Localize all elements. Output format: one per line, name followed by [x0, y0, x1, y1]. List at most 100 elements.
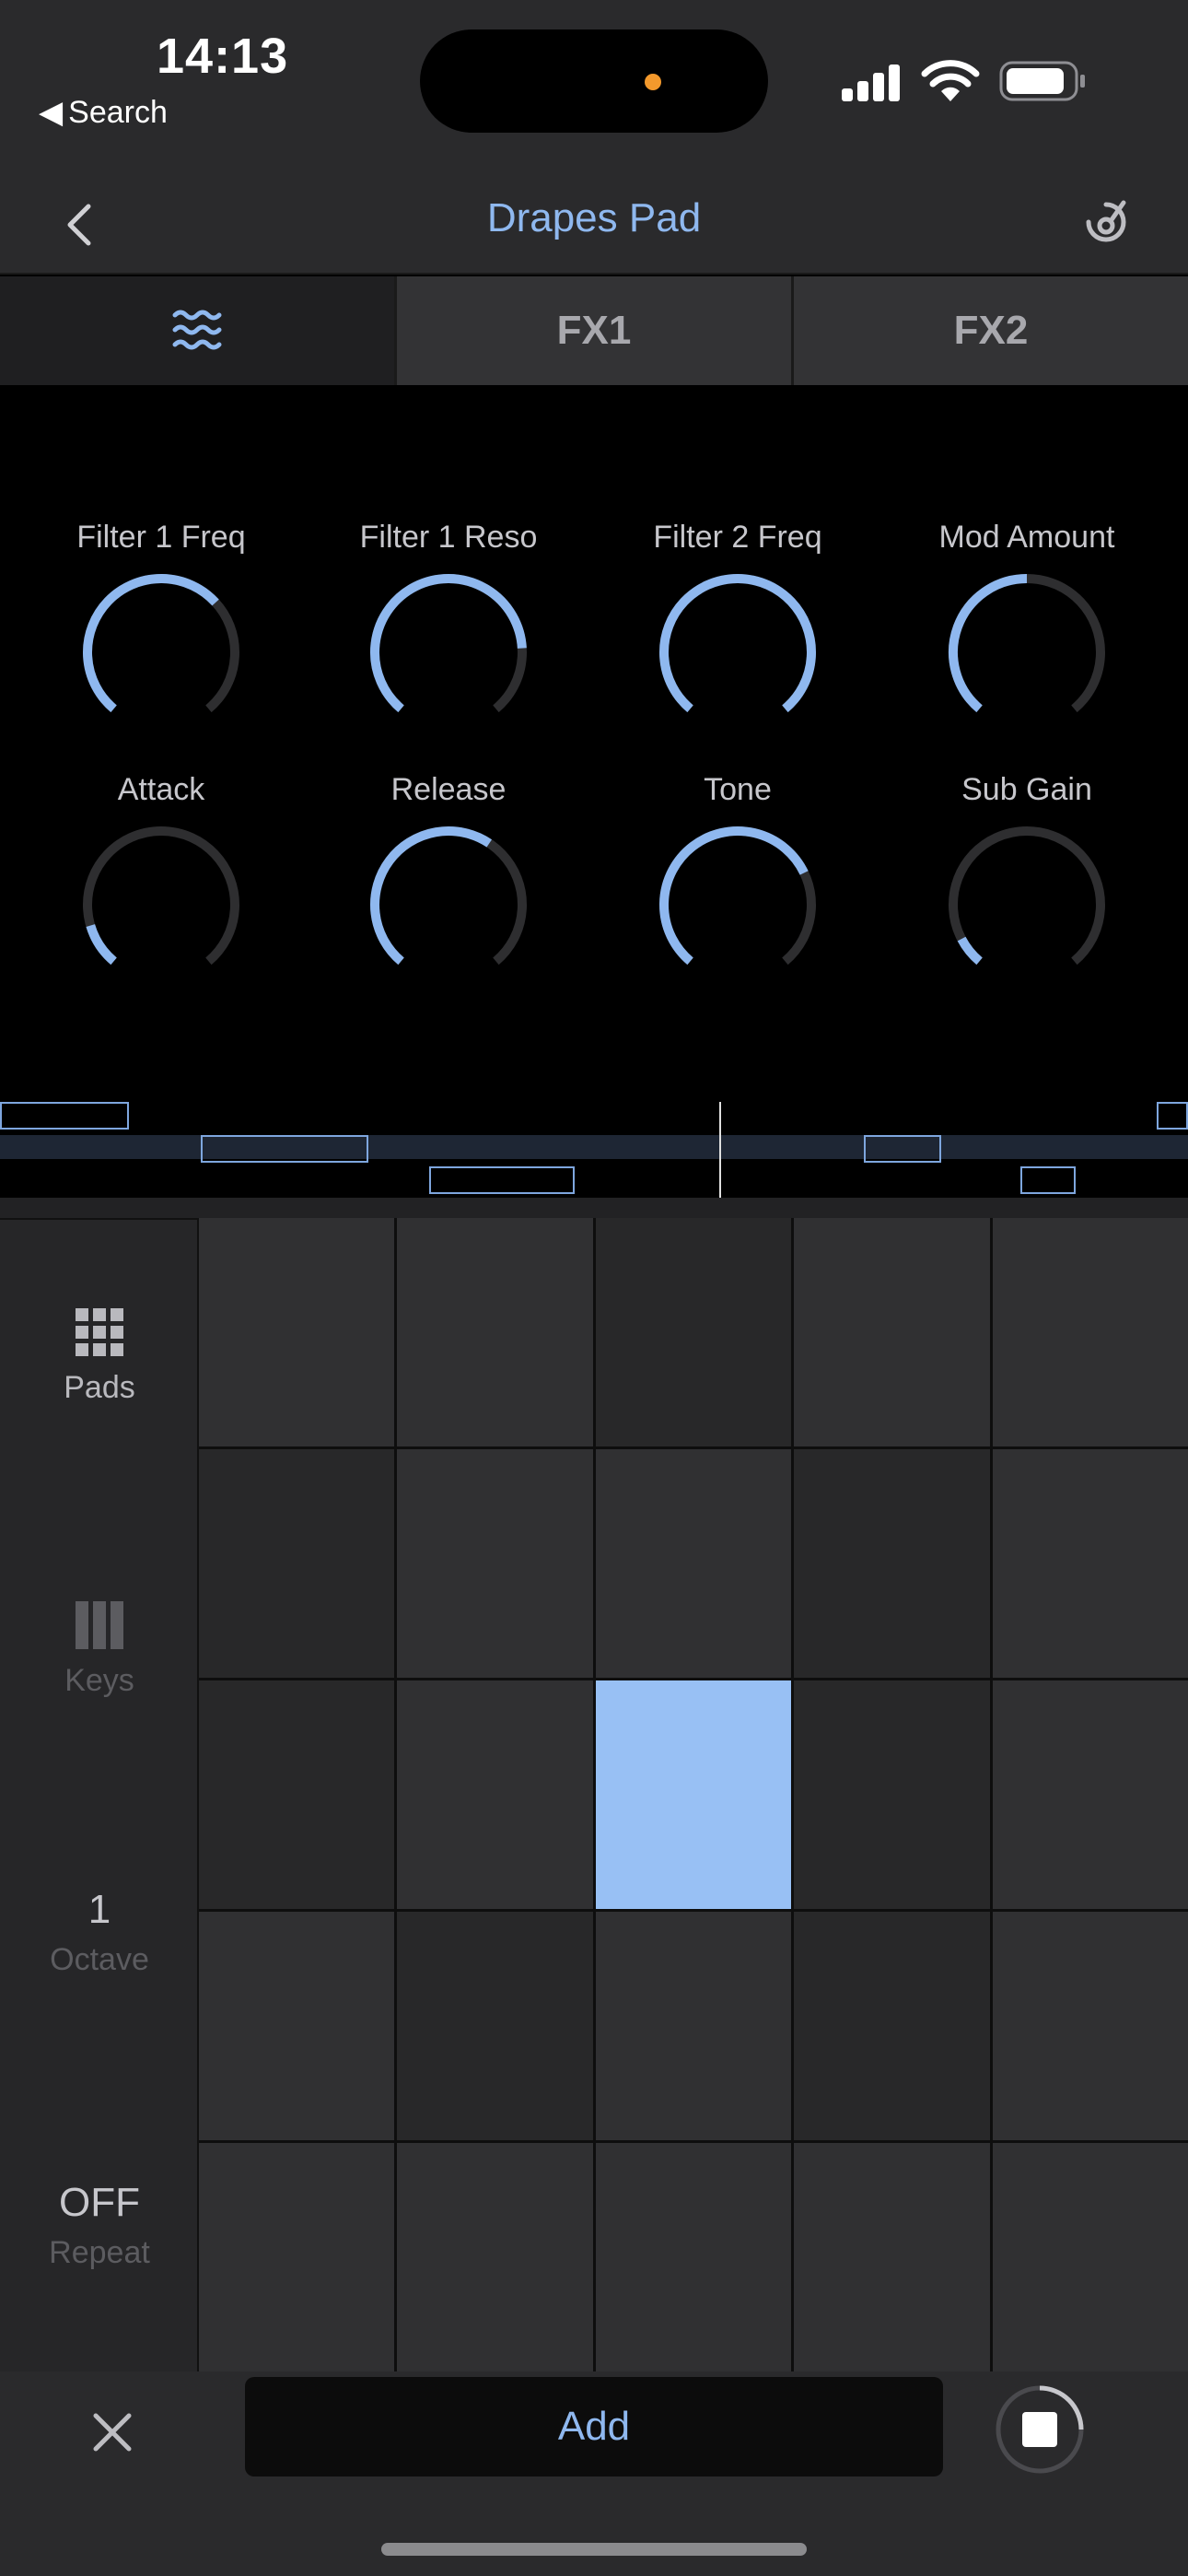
repeat-value: OFF — [59, 2180, 140, 2225]
knob-sub-gain[interactable]: Sub Gain — [882, 767, 1171, 982]
knob-value-arc — [86, 924, 117, 966]
stop-icon — [1022, 2412, 1057, 2447]
pad[interactable] — [794, 1680, 990, 1909]
sequence-timeline[interactable] — [0, 1102, 1188, 1198]
waves-icon — [172, 310, 222, 350]
keys-mode-button[interactable]: Keys — [0, 1601, 199, 1699]
grid-icon — [76, 1308, 123, 1356]
repeat-control[interactable]: OFF Repeat — [0, 2180, 199, 2271]
pad[interactable] — [794, 2143, 990, 2371]
parameter-knobs: Filter 1 Freq Filter 1 Reso Filter 2 Fre… — [0, 385, 1188, 1104]
octave-label: Octave — [50, 1942, 149, 1977]
pad[interactable] — [595, 2143, 792, 2371]
knob-value-arc — [83, 574, 219, 713]
section-divider — [0, 1198, 1188, 1220]
navigation-bar: Drapes Pad — [0, 175, 1188, 275]
knob-label: Filter 2 Freq — [653, 520, 822, 555]
note-clip[interactable] — [864, 1135, 941, 1163]
knob-filter-1-freq[interactable]: Filter 1 Freq — [17, 514, 306, 730]
pad[interactable] — [992, 1449, 1188, 1678]
knob-label: Attack — [117, 772, 205, 807]
app-screen: 14:13 ◀ Search Drapes Pad FX1 FX2 Filter… — [0, 0, 1188, 2576]
pad[interactable] — [397, 1680, 593, 1909]
pads-mode-label: Pads — [64, 1370, 135, 1405]
knob-dial — [370, 826, 527, 966]
pad[interactable] — [992, 2143, 1188, 2371]
pad[interactable] — [199, 1680, 395, 1909]
cellular-signal-icon — [842, 64, 900, 101]
stop-record-button[interactable] — [995, 2384, 1085, 2475]
note-clip[interactable] — [429, 1166, 575, 1194]
pad[interactable] — [992, 1218, 1188, 1446]
knob-filter-1-reso[interactable]: Filter 1 Reso — [304, 514, 593, 730]
dynamic-island — [420, 29, 768, 133]
knob-label: Filter 1 Reso — [359, 520, 538, 555]
knob-value-arc — [370, 574, 527, 713]
privacy-indicator-dot — [645, 74, 661, 90]
home-indicator[interactable] — [381, 2543, 807, 2556]
pad[interactable] — [199, 2143, 395, 2371]
note-clip[interactable] — [1157, 1102, 1188, 1130]
pad[interactable] — [595, 1680, 792, 1909]
knob-value-arc — [659, 826, 809, 966]
page-title: Drapes Pad — [486, 195, 702, 240]
knob-tone[interactable]: Tone — [593, 767, 882, 982]
status-time: 14:13 — [157, 29, 289, 84]
knob-dial — [83, 826, 239, 966]
pad[interactable] — [199, 1218, 395, 1446]
status-bar: 14:13 ◀ Search — [0, 0, 1188, 175]
knob-label: Sub Gain — [961, 772, 1092, 807]
knob-filter-2-freq[interactable]: Filter 2 Freq — [593, 514, 882, 730]
back-triangle-icon: ◀ — [39, 95, 64, 130]
note-clip[interactable] — [201, 1135, 368, 1163]
pad[interactable] — [595, 1449, 792, 1678]
knob-dial — [83, 574, 239, 713]
pad[interactable] — [595, 1912, 792, 2140]
knob-track — [949, 826, 1105, 966]
pad[interactable] — [397, 1912, 593, 2140]
knob-dial — [370, 574, 527, 713]
knob-value-arc — [659, 574, 816, 713]
mode-sidebar: Pads Keys 1 Octave OFF Repeat — [0, 1220, 199, 2371]
knob-mod-amount[interactable]: Mod Amount — [882, 514, 1171, 730]
knob-value-arc — [949, 574, 1028, 713]
playhead[interactable] — [719, 1102, 721, 1198]
knob-value-arc — [370, 826, 493, 966]
knob-release[interactable]: Release — [304, 767, 593, 982]
pad[interactable] — [397, 1218, 593, 1446]
tab-synth[interactable] — [0, 276, 394, 385]
knob-dial — [659, 826, 816, 966]
pad[interactable] — [199, 1449, 395, 1678]
knob-dial — [949, 574, 1105, 713]
instrument-tuner-icon[interactable] — [1079, 195, 1133, 249]
knob-label: Filter 1 Freq — [76, 520, 246, 555]
knob-attack[interactable]: Attack — [17, 767, 306, 982]
pad[interactable] — [794, 1449, 990, 1678]
pad[interactable] — [397, 1449, 593, 1678]
add-button[interactable]: Add — [245, 2377, 943, 2476]
pad[interactable] — [992, 1912, 1188, 2140]
pad[interactable] — [595, 1218, 792, 1446]
tab-bar: FX1 FX2 — [0, 276, 1188, 385]
octave-value: 1 — [87, 1887, 111, 1932]
pad[interactable] — [199, 1912, 395, 2140]
close-icon[interactable] — [92, 2412, 133, 2453]
note-clip[interactable] — [1020, 1166, 1076, 1194]
keys-mode-label: Keys — [64, 1663, 134, 1698]
knob-dial — [949, 826, 1105, 966]
timeline-lane — [0, 1135, 1188, 1159]
knob-label: Mod Amount — [938, 520, 1115, 555]
tab-fx2[interactable]: FX2 — [791, 276, 1188, 385]
pad[interactable] — [992, 1680, 1188, 1909]
pads-mode-button[interactable]: Pads — [0, 1308, 199, 1406]
note-clip[interactable] — [0, 1102, 129, 1130]
octave-control[interactable]: 1 Octave — [0, 1887, 199, 1978]
tab-fx1[interactable]: FX1 — [394, 276, 791, 385]
piano-keys-icon — [76, 1601, 123, 1649]
pad[interactable] — [794, 1912, 990, 2140]
battery-icon — [999, 61, 1085, 101]
bottom-toolbar: Add — [0, 2371, 1188, 2576]
back-to-search-link[interactable]: ◀ Search — [33, 94, 168, 131]
pad[interactable] — [397, 2143, 593, 2371]
pad[interactable] — [794, 1218, 990, 1446]
